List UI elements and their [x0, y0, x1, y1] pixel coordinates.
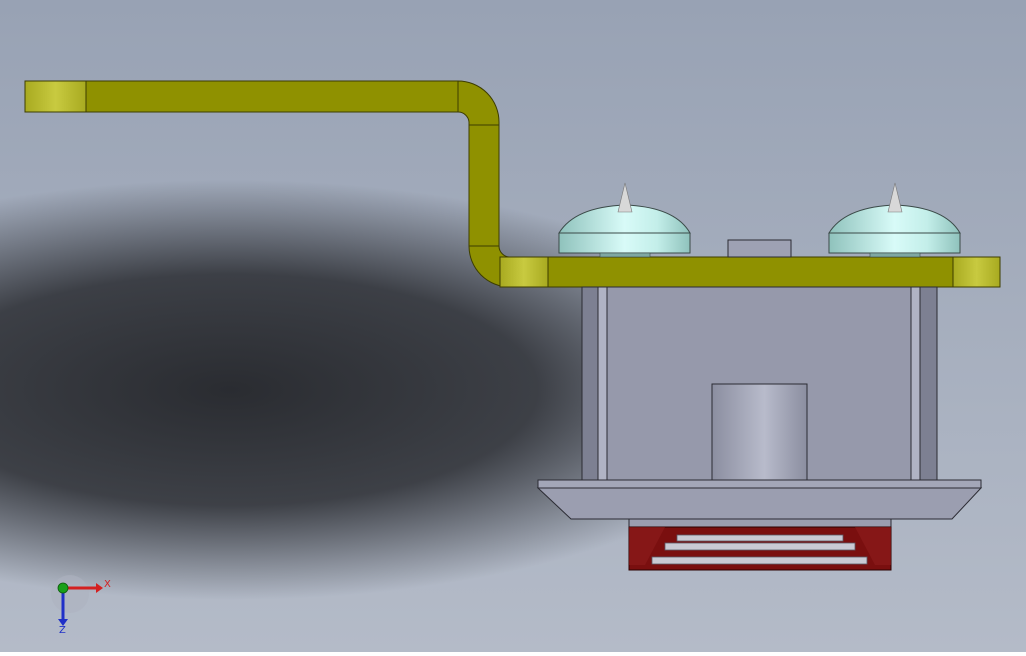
z-axis-label: Z: [59, 625, 66, 636]
dome-rim: [828, 232, 961, 254]
flange-taper: [536, 487, 983, 520]
dome-rim: [558, 232, 691, 254]
base-neck: [628, 518, 892, 528]
housing-post-right: [919, 286, 938, 481]
base-plate-1: [676, 534, 844, 542]
dome-base: [869, 252, 921, 258]
strip-bottom-segment: [499, 256, 1001, 288]
strip-right-cap: [952, 256, 1001, 288]
dome-base: [599, 252, 651, 258]
model-view[interactable]: X Z: [0, 0, 1026, 652]
strip-joint-band: [499, 256, 549, 288]
x-axis-label: X: [104, 579, 111, 590]
cad-viewport[interactable]: X Z: [0, 0, 1026, 652]
triad-disc: [51, 575, 89, 613]
y-axis-dot-icon: [57, 582, 69, 594]
housing-post-left: [581, 286, 599, 481]
base-block[interactable]: [628, 518, 892, 571]
strip-end-cap: [24, 80, 87, 113]
center-cylinder: [711, 383, 808, 481]
base-plate-2: [664, 542, 856, 551]
strip-top-segment: [24, 80, 459, 113]
housing[interactable]: [536, 286, 983, 520]
flange-lip: [537, 479, 982, 489]
center-block: [727, 239, 792, 258]
housing-post-left-inner: [597, 286, 608, 481]
housing-post-right-inner: [910, 286, 921, 481]
base-plate-3: [651, 556, 868, 565]
strip-vertical-segment: [468, 124, 500, 247]
